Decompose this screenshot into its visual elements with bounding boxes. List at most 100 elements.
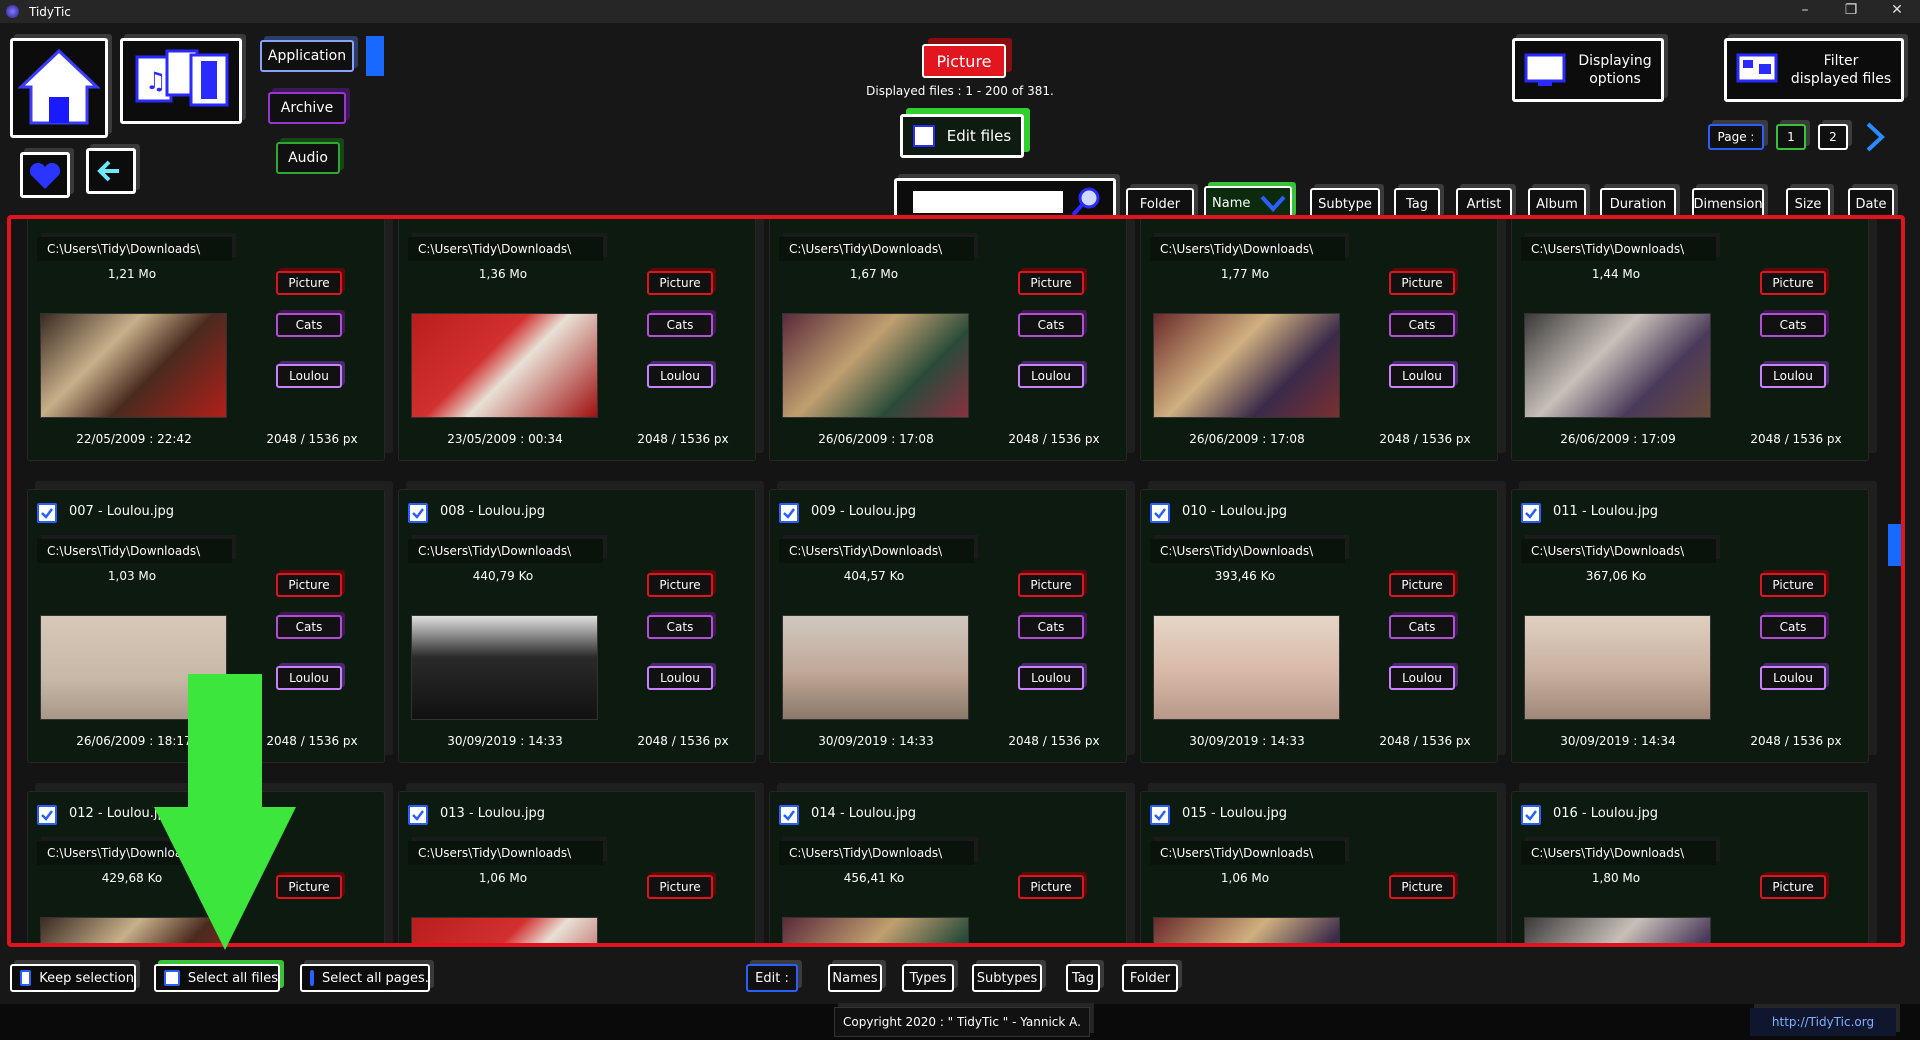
file-tag-cats[interactable]: Cats xyxy=(647,313,713,337)
file-type-badge[interactable]: Picture xyxy=(276,573,342,597)
file-select-checkbox[interactable] xyxy=(37,503,57,523)
file-type-badge[interactable]: Picture xyxy=(1760,573,1826,597)
file-select-checkbox[interactable] xyxy=(1521,805,1541,825)
file-thumbnail[interactable] xyxy=(1524,615,1711,720)
file-thumbnail[interactable] xyxy=(40,313,227,418)
file-card[interactable]: 014 - Loulou.jpg C:\Users\Tidy\Downloads\… xyxy=(769,791,1127,943)
home-button[interactable] xyxy=(10,38,108,138)
file-card[interactable]: C:\Users\Tidy\Downloads\ 1,67 Mo Picture Ca… xyxy=(769,219,1127,461)
file-tag-cats[interactable]: Cats xyxy=(276,313,342,337)
file-select-checkbox[interactable] xyxy=(37,805,57,825)
file-select-checkbox[interactable] xyxy=(408,805,428,825)
displaying-options-button[interactable]: Displaying options xyxy=(1512,38,1664,102)
audio-button[interactable]: Audio xyxy=(276,142,340,174)
file-thumbnail[interactable] xyxy=(411,615,598,720)
file-card[interactable]: 011 - Loulou.jpg C:\Users\Tidy\Downloads\… xyxy=(1511,489,1869,763)
file-tag-cats[interactable]: Cats xyxy=(1018,313,1084,337)
file-type-badge[interactable]: Picture xyxy=(1018,875,1084,899)
edit-names-button[interactable]: Names xyxy=(828,964,882,992)
file-card[interactable]: 008 - Loulou.jpg C:\Users\Tidy\Downloads\… xyxy=(398,489,756,763)
file-thumbnail[interactable] xyxy=(782,615,969,720)
file-card[interactable]: C:\Users\Tidy\Downloads\ 1,44 Mo Picture Ca… xyxy=(1511,219,1869,461)
file-type-badge[interactable]: Picture xyxy=(647,271,713,295)
file-tag-loulou[interactable]: Loulou xyxy=(1018,364,1084,388)
file-tag-loulou[interactable]: Loulou xyxy=(1760,666,1826,690)
file-type-badge[interactable]: Picture xyxy=(647,875,713,899)
file-tag-loulou[interactable]: Loulou xyxy=(647,666,713,690)
select-all-files-button[interactable]: Select all files xyxy=(154,964,280,992)
file-thumbnail[interactable] xyxy=(782,313,969,418)
file-tag-loulou[interactable]: Loulou xyxy=(1389,666,1455,690)
file-thumbnail[interactable] xyxy=(411,917,598,943)
check-icon xyxy=(41,508,53,519)
file-thumbnail[interactable] xyxy=(1524,313,1711,418)
file-card[interactable]: C:\Users\Tidy\Downloads\ 1,36 Mo Picture Ca… xyxy=(398,219,756,461)
file-tag-cats[interactable]: Cats xyxy=(1760,313,1826,337)
edit-tag-button[interactable]: Tag xyxy=(1066,964,1100,992)
website-link[interactable]: http://TidyTic.org xyxy=(1750,1008,1896,1036)
file-type-badge[interactable]: Picture xyxy=(1389,875,1455,899)
file-tag-loulou[interactable]: Loulou xyxy=(1018,666,1084,690)
file-tag-loulou[interactable]: Loulou xyxy=(1389,364,1455,388)
file-tag-loulou[interactable]: Loulou xyxy=(1760,364,1826,388)
file-card[interactable]: 016 - Loulou.jpg C:\Users\Tidy\Downloads\… xyxy=(1511,791,1869,943)
page-1-button[interactable]: 1 xyxy=(1776,124,1806,150)
file-type-badge[interactable]: Picture xyxy=(1760,271,1826,295)
edit-types-button[interactable]: Types xyxy=(902,964,954,992)
file-card[interactable]: 013 - Loulou.jpg C:\Users\Tidy\Downloads\… xyxy=(398,791,756,943)
file-tag-cats[interactable]: Cats xyxy=(276,615,342,639)
file-card[interactable]: C:\Users\Tidy\Downloads\ 1,77 Mo Picture Ca… xyxy=(1140,219,1498,461)
file-thumbnail[interactable] xyxy=(1153,313,1340,418)
filter-displayed-files-button[interactable]: Filter displayed files xyxy=(1724,38,1904,102)
file-tag-loulou[interactable]: Loulou xyxy=(647,364,713,388)
file-type-badge[interactable]: Picture xyxy=(1018,573,1084,597)
file-type-badge[interactable]: Picture xyxy=(647,573,713,597)
edit-folder-button[interactable]: Folder xyxy=(1122,964,1178,992)
archive-button[interactable]: Archive xyxy=(268,92,346,124)
select-all-pages-button[interactable]: Select all pages. xyxy=(300,964,430,992)
edit-subtypes-button[interactable]: Subtypes xyxy=(972,964,1042,992)
file-thumbnail[interactable] xyxy=(1153,917,1340,943)
file-select-checkbox[interactable] xyxy=(1521,503,1541,523)
file-select-checkbox[interactable] xyxy=(779,805,799,825)
file-card[interactable]: 009 - Loulou.jpg C:\Users\Tidy\Downloads\… xyxy=(769,489,1127,763)
file-select-checkbox[interactable] xyxy=(779,503,799,523)
edit-files-button[interactable]: Edit files xyxy=(900,114,1024,158)
minimize-button[interactable]: – xyxy=(1782,0,1828,23)
maximize-button[interactable]: ❐ xyxy=(1828,0,1874,23)
file-select-checkbox[interactable] xyxy=(1150,503,1170,523)
file-type-badge[interactable]: Picture xyxy=(1018,271,1084,295)
close-button[interactable]: ✕ xyxy=(1874,0,1920,23)
file-tag-cats[interactable]: Cats xyxy=(1389,313,1455,337)
media-library-button[interactable]: ♫ xyxy=(120,38,242,124)
file-tag-cats[interactable]: Cats xyxy=(1389,615,1455,639)
file-card[interactable]: C:\Users\Tidy\Downloads\ 1,21 Mo Picture Ca… xyxy=(27,219,385,461)
application-button[interactable]: Application xyxy=(260,40,354,72)
file-thumbnail[interactable] xyxy=(1153,615,1340,720)
file-thumbnail[interactable] xyxy=(1524,917,1711,943)
file-card[interactable]: 010 - Loulou.jpg C:\Users\Tidy\Downloads\… xyxy=(1140,489,1498,763)
file-type-badge[interactable]: Picture xyxy=(1389,271,1455,295)
vertical-scrollbar-thumb[interactable] xyxy=(1888,524,1901,566)
page-2-button[interactable]: 2 xyxy=(1818,124,1848,150)
file-tag-cats[interactable]: Cats xyxy=(647,615,713,639)
back-button[interactable] xyxy=(86,148,136,194)
file-select-checkbox[interactable] xyxy=(1150,805,1170,825)
next-page-button[interactable] xyxy=(1860,120,1890,154)
filter-label-1: Filter xyxy=(1823,53,1859,69)
keep-selection-button[interactable]: Keep selection xyxy=(10,964,136,992)
file-tag-cats[interactable]: Cats xyxy=(1760,615,1826,639)
file-size: 1,77 Mo xyxy=(1220,267,1270,281)
file-select-checkbox[interactable] xyxy=(408,503,428,523)
picture-type-button[interactable]: Picture xyxy=(922,44,1006,78)
file-thumbnail[interactable] xyxy=(411,313,598,418)
file-card[interactable]: 015 - Loulou.jpg C:\Users\Tidy\Downloads\… xyxy=(1140,791,1498,943)
favorites-button[interactable] xyxy=(20,152,70,198)
file-tag-loulou[interactable]: Loulou xyxy=(276,364,342,388)
search-input[interactable] xyxy=(913,191,1063,213)
file-tag-cats[interactable]: Cats xyxy=(1018,615,1084,639)
file-type-badge[interactable]: Picture xyxy=(276,271,342,295)
file-type-badge[interactable]: Picture xyxy=(1760,875,1826,899)
file-thumbnail[interactable] xyxy=(782,917,969,943)
file-type-badge[interactable]: Picture xyxy=(1389,573,1455,597)
